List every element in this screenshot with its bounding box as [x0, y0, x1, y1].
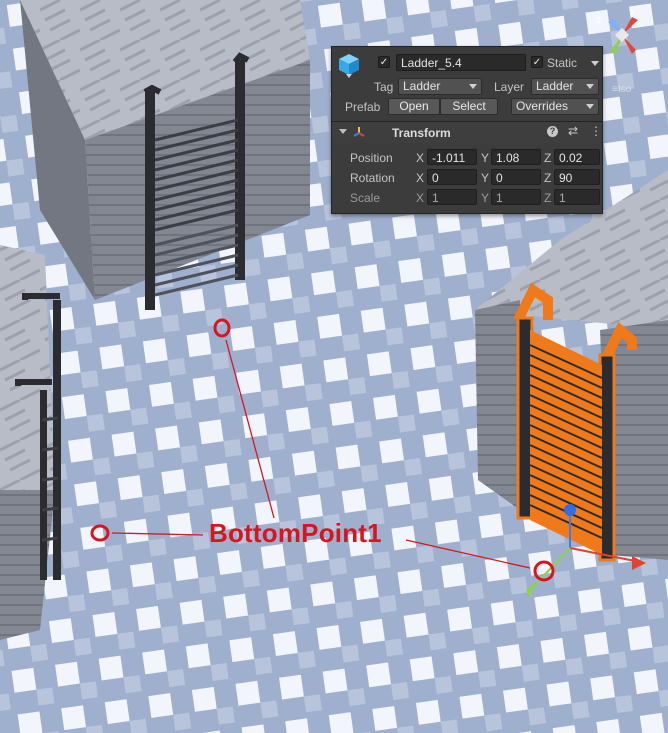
gizmo-x-label: x: [630, 6, 636, 18]
active-checkbox[interactable]: ✓: [378, 56, 390, 68]
rotation-label: Rotation: [350, 171, 395, 185]
overrides-chevron-down-icon: [586, 104, 594, 109]
object-name-field[interactable]: Ladder_5.4: [396, 54, 526, 71]
scale-z-axis: Z: [544, 191, 552, 205]
static-label: Static: [547, 56, 578, 70]
scale-x-field[interactable]: 1: [427, 189, 477, 205]
more-options-icon[interactable]: ⋮: [590, 124, 602, 138]
position-z-field[interactable]: 0.02: [554, 149, 600, 165]
prefab-open-button[interactable]: Open: [388, 98, 440, 115]
cube-icon: [337, 52, 361, 78]
position-label: Position: [350, 151, 393, 165]
foldout-arrow-icon[interactable]: [339, 129, 347, 134]
preset-icon[interactable]: ⇄: [568, 124, 578, 138]
scale-z-field[interactable]: 1: [554, 189, 600, 205]
layer-chevron-down-icon: [586, 84, 594, 89]
prefab-label: Prefab: [345, 100, 381, 114]
bottom-point-label: BottomPoint1: [209, 518, 382, 548]
rotation-y-axis: Y: [481, 171, 490, 185]
tag-value: Ladder: [403, 79, 441, 93]
layer-dropdown[interactable]: Ladder: [531, 78, 599, 95]
rotation-x-field[interactable]: 0: [427, 169, 477, 185]
position-x-field[interactable]: -1.011: [427, 149, 477, 165]
iso-label[interactable]: ≡Iso: [612, 84, 631, 95]
scale-label: Scale: [350, 191, 381, 205]
transform-icon: [352, 125, 366, 142]
rotation-z-field[interactable]: 90: [554, 169, 600, 185]
transform-header[interactable]: Transform ? ⇄ ⋮: [332, 122, 602, 143]
overrides-label: Overrides: [516, 99, 569, 113]
layer-label: Layer: [494, 80, 525, 94]
tag-chevron-down-icon: [469, 84, 477, 89]
tag-dropdown[interactable]: Ladder: [398, 78, 482, 95]
position-x-axis: X: [416, 151, 425, 165]
rotation-x-axis: X: [416, 171, 425, 185]
layer-value: Ladder: [536, 79, 574, 93]
position-z-axis: Z: [544, 151, 552, 165]
gizmo-z-label: z: [596, 14, 602, 26]
scale-y-field[interactable]: 1: [491, 189, 541, 205]
prefab-select-button[interactable]: Select: [440, 98, 498, 115]
static-dropdown-arrow[interactable]: [591, 61, 599, 66]
static-checkbox[interactable]: ✓: [531, 56, 543, 68]
block-right-front: [475, 300, 520, 510]
help-icon[interactable]: ?: [547, 126, 558, 137]
rotation-z-axis: Z: [544, 171, 552, 185]
position-y-field[interactable]: 1.08: [491, 149, 541, 165]
transform-title: Transform: [392, 126, 451, 140]
scale-x-axis: X: [416, 191, 425, 205]
scale-y-axis: Y: [481, 191, 490, 205]
overrides-dropdown[interactable]: Overrides: [511, 98, 599, 115]
rotation-y-field[interactable]: 0: [491, 169, 541, 185]
tag-label: Tag: [374, 80, 394, 94]
position-y-axis: Y: [481, 151, 490, 165]
inspector-panel: ✓ Ladder_5.4 ✓ Static Tag Ladder Layer L…: [331, 46, 603, 214]
